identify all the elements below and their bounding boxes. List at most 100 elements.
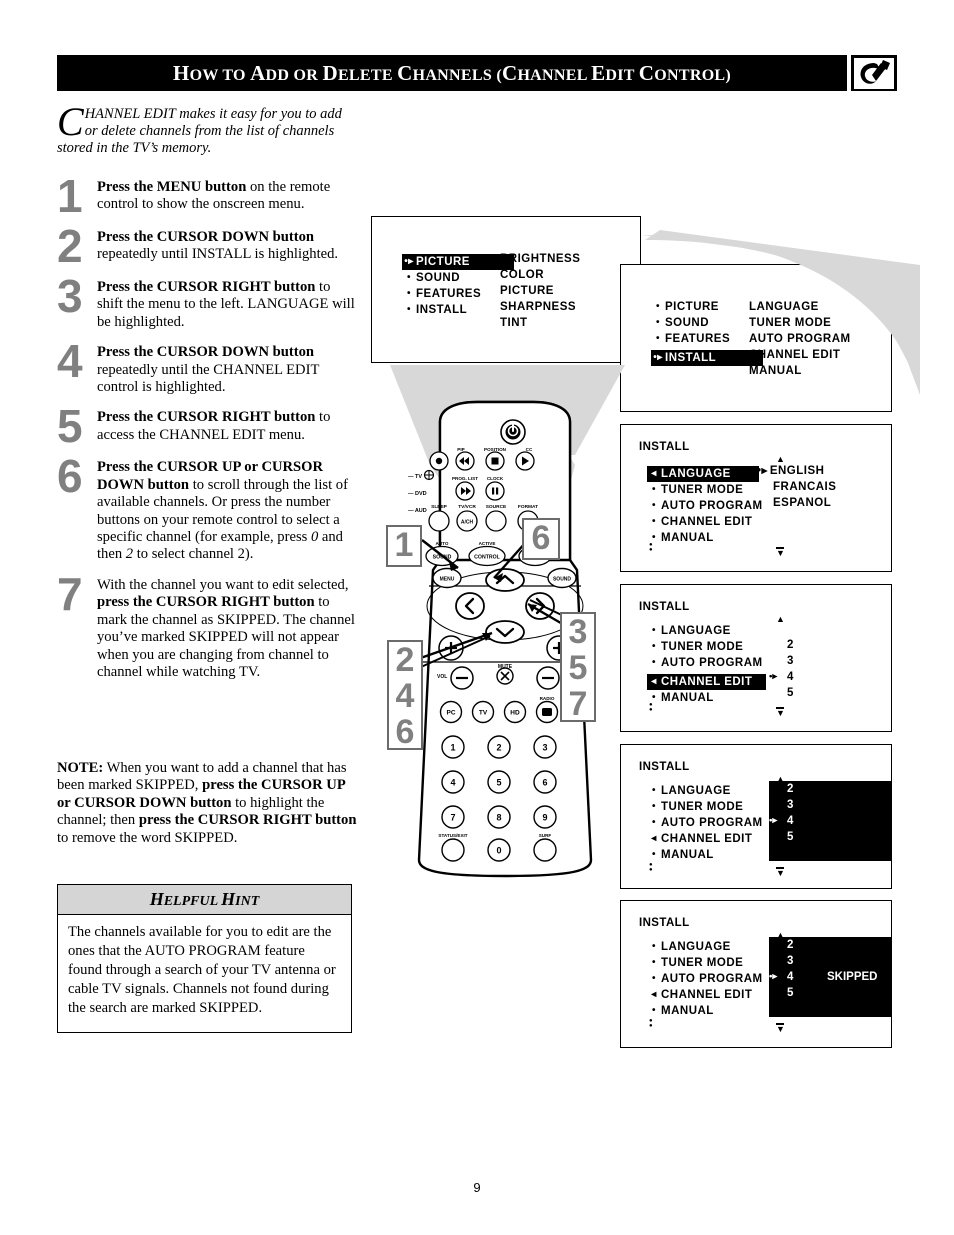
osd-channel-number: 3 <box>787 799 794 811</box>
osd-menu-item[interactable]: • MANUAL <box>647 1003 763 1019</box>
callout-badge-6: 6 <box>522 518 560 560</box>
osd-channel-row[interactable]: 5 <box>769 685 891 701</box>
step-text: Press the CURSOR UP or CURSOR DOWN butto… <box>97 456 357 563</box>
step-item: 7 With the channel you want to edit selec… <box>57 567 357 681</box>
osd-item-label: LANGUAGE <box>661 941 731 953</box>
osd-left-column: • LANGUAGE • TUNER MODE • AUTO PROGRAM ◂ CHANNE… <box>647 939 763 1019</box>
svg-text:POSITION: POSITION <box>484 447 507 452</box>
osd-channel-cursor-icon: •▸ <box>769 671 778 682</box>
scroll-down-arrow-icon[interactable]: ▼ <box>776 1025 785 1034</box>
osd-channel-list[interactable]: 2 3 •▸ 4 SKIPPED 5 <box>769 937 891 1017</box>
osd-channel-row[interactable]: 2 <box>769 781 891 797</box>
osd-menu-item[interactable]: • LANGUAGE <box>647 939 763 955</box>
osd-item-marker-icon: • <box>651 973 656 984</box>
helpful-hint-heading: HELPFUL HINT <box>58 885 351 915</box>
osd-channel-number: 5 <box>787 831 794 843</box>
osd-title: INSTALL <box>639 917 690 929</box>
osd-channel-row[interactable]: •▸ 4 <box>769 669 891 685</box>
osd-channel-cursor-icon: •▸ <box>769 971 778 982</box>
title-part: DIT <box>605 66 639 84</box>
osd-scroll-indicator-icon: ● ● <box>649 1018 653 1029</box>
intro-dropcap: C <box>57 99 84 144</box>
step-text-segment: Press the CURSOR DOWN button <box>97 344 315 361</box>
callout-badge-1: 1 <box>386 525 422 567</box>
title-part: D <box>322 60 338 85</box>
osd-channel-number: 5 <box>787 687 794 699</box>
callout-digit: 7 <box>568 685 588 723</box>
osd-item-marker-icon: • <box>651 817 656 828</box>
osd-item-label: MANUAL <box>661 1005 714 1017</box>
osd-channel-row[interactable]: •▸ 4 <box>769 813 891 829</box>
osd-menu-item[interactable]: • TUNER MODE <box>647 955 763 971</box>
osd-channel-row[interactable]: •▸ 4 SKIPPED <box>769 969 891 985</box>
callout-digit: 1 <box>394 526 414 564</box>
callout-digit: 5 <box>568 649 588 687</box>
svg-text:8: 8 <box>496 813 501 823</box>
svg-text:PIP: PIP <box>457 447 464 452</box>
osd-channel-number: 5 <box>787 987 794 999</box>
scroll-up-arrow-icon[interactable]: ▲ <box>776 931 785 940</box>
osd-item-marker-icon: • <box>651 849 656 860</box>
osd-channel-row[interactable]: 2 <box>769 937 891 953</box>
callout-digit: 2 <box>395 641 415 679</box>
osd-menu-item[interactable]: • AUTO PROGRAM <box>647 655 766 671</box>
scroll-up-arrow-icon[interactable]: ▲ <box>776 775 785 784</box>
osd-channel-row[interactable]: 5 <box>769 829 891 845</box>
osd-channel-skipped-label: SKIPPED <box>827 971 878 983</box>
osd-menu-item[interactable]: • TUNER MODE <box>647 799 763 815</box>
title-part: ONTROL) <box>654 66 732 84</box>
osd-item-label: TUNER MODE <box>661 957 744 969</box>
step-number: 5 <box>57 400 83 453</box>
osd-menu-item[interactable]: ◂ CHANNEL EDIT <box>647 831 763 847</box>
osd-channel-row[interactable]: 3 <box>769 653 891 669</box>
osd-channel-row[interactable]: 5 <box>769 985 891 1001</box>
svg-text:PROG. LIST: PROG. LIST <box>452 476 478 481</box>
osd-screen-6: INSTALL • LANGUAGE • TUNER MODE • AUTO PROGRAM… <box>620 900 892 1048</box>
title-part: H <box>172 60 190 85</box>
logo-svg <box>860 59 890 84</box>
osd-channel-number: 3 <box>787 655 794 667</box>
osd-menu-item[interactable]: • MANUAL <box>647 847 763 863</box>
osd-channel-number: 4 <box>787 671 794 683</box>
callout-digit: 6 <box>531 519 551 557</box>
osd-menu-item[interactable]: • MANUAL <box>647 690 766 706</box>
osd-menu-item[interactable]: ◂ CHANNEL EDIT <box>647 674 767 690</box>
osd-item-label: MANUAL <box>661 849 714 861</box>
step-text-segment: 2 <box>125 546 134 563</box>
step-text-segment: press the CURSOR RIGHT button <box>97 594 315 611</box>
osd-item-label: CHANNEL EDIT <box>661 989 753 1001</box>
step-text-segment: Press the MENU button <box>97 179 247 195</box>
osd-menu-item[interactable]: • AUTO PROGRAM <box>647 971 763 987</box>
scroll-down-arrow-icon[interactable]: ▼ <box>776 869 785 878</box>
callout-digit: 3 <box>568 613 588 651</box>
svg-text:— TV: — TV <box>408 474 422 480</box>
philips-shield-icon <box>854 57 894 89</box>
osd-item-label: LANGUAGE <box>661 785 731 797</box>
title-part: OW TO <box>189 66 251 84</box>
step-number: 7 <box>57 567 83 620</box>
osd-menu-item[interactable]: ◂ CHANNEL EDIT <box>647 987 763 1003</box>
osd-channel-row[interactable]: 3 <box>769 953 891 969</box>
scroll-down-arrow-icon[interactable]: ▼ <box>776 709 785 718</box>
page-header-bar: HOW TO ADD OR DELETE CHANNELS (CHANNEL E… <box>57 55 847 91</box>
step-text: Press the CURSOR RIGHT button to shift t… <box>97 276 357 331</box>
osd-menu-item[interactable]: • AUTO PROGRAM <box>647 815 763 831</box>
osd-item-marker-icon: • <box>651 957 656 968</box>
osd-item-label: TUNER MODE <box>661 801 744 813</box>
osd-channel-number: 4 <box>787 971 794 983</box>
hint-heading-part: H <box>149 889 164 909</box>
osd-item-label: CHANNEL EDIT <box>661 676 753 688</box>
title-part: ELETE <box>337 66 398 84</box>
hint-heading-part: H <box>221 889 236 909</box>
title-part: E <box>591 60 606 85</box>
osd-channel-number: 3 <box>787 955 794 967</box>
osd-item-marker-icon: • <box>651 801 656 812</box>
osd-channel-list[interactable]: 2 3 •▸ 4 5 <box>769 781 891 861</box>
osd-channel-row[interactable]: 3 <box>769 797 891 813</box>
step-text-segment: repeatedly until the CHANNEL EDIT contro… <box>97 361 320 396</box>
osd-title: INSTALL <box>639 761 690 773</box>
note-segment: press the CURSOR RIGHT button <box>138 812 357 829</box>
osd-item-marker-icon: • <box>651 785 656 796</box>
osd-menu-item[interactable]: • LANGUAGE <box>647 783 763 799</box>
svg-text:STATUS/EXIT: STATUS/EXIT <box>438 833 467 838</box>
